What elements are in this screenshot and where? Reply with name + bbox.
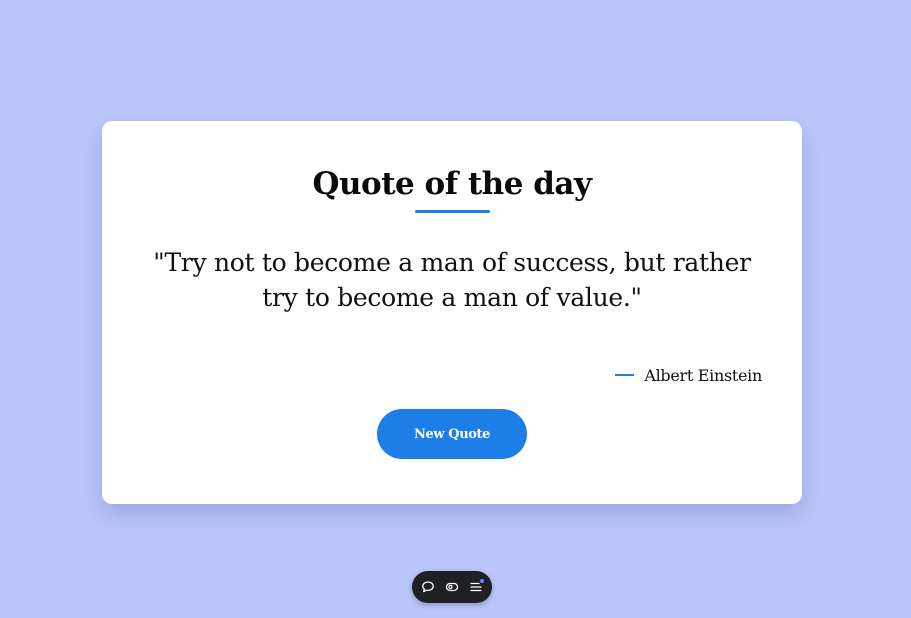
- quote-text: "Try not to become a man of success, but…: [153, 248, 751, 312]
- floating-toolbar: [412, 571, 492, 603]
- card-title: Quote of the day: [312, 166, 592, 202]
- comment-icon: [422, 581, 434, 593]
- author-dash: [615, 374, 635, 376]
- author-row: Albert Einstein: [615, 363, 762, 387]
- new-quote-button[interactable]: New Quote: [377, 409, 527, 459]
- quote-card: Quote of the day "Try not to become a ma…: [102, 121, 802, 504]
- title-underline: [415, 210, 490, 213]
- comment-button[interactable]: [419, 578, 437, 596]
- author-name: Albert Einstein: [644, 365, 762, 385]
- eye-toggle-button[interactable]: [443, 578, 461, 596]
- eye-toggle-icon: [445, 582, 459, 592]
- menu-button[interactable]: [467, 578, 485, 596]
- notification-dot: [480, 579, 484, 583]
